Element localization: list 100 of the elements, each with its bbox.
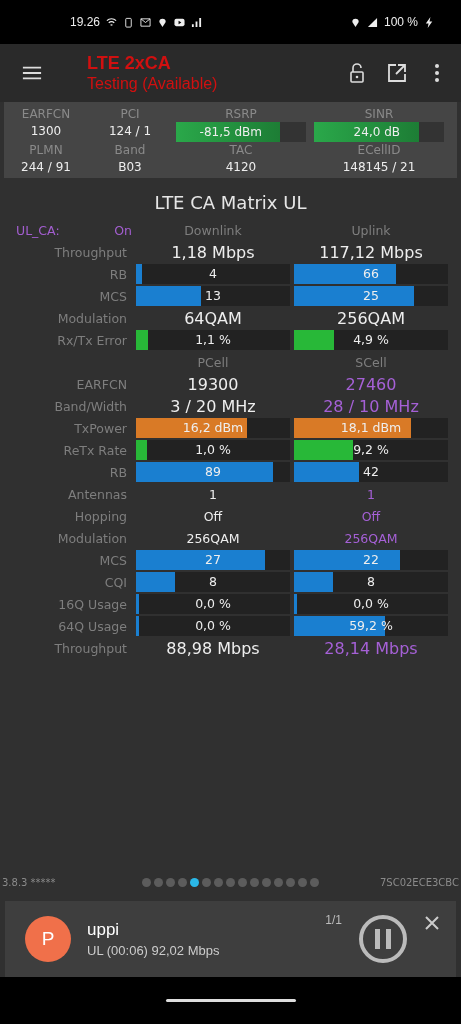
row-label: Band/Width	[53, 398, 128, 414]
field-label: PLMN	[29, 142, 63, 158]
ca-label: UL_CA:	[16, 222, 60, 238]
page-dot[interactable]	[238, 877, 247, 887]
field-value: B03	[118, 159, 142, 176]
page-dot[interactable]	[142, 877, 151, 887]
row-label: EARFCN	[75, 376, 128, 392]
row-label: RB	[108, 266, 128, 282]
value-text: 88,98 Mbps	[165, 638, 261, 658]
cellular-signal-icon	[366, 16, 378, 28]
bar-value: 89	[204, 463, 222, 481]
column-header: PCell	[196, 354, 230, 370]
notification-count: 1/1	[325, 913, 342, 927]
value-text: 27460	[344, 374, 398, 394]
page-dot[interactable]	[214, 877, 223, 887]
page-dot[interactable]	[226, 877, 235, 887]
field-value: 148145 / 21	[342, 159, 416, 176]
row-label: MCS	[98, 552, 128, 568]
page-dot[interactable]	[154, 877, 163, 887]
page-dot[interactable]	[250, 877, 259, 887]
bar-value: 9,2 %	[352, 441, 390, 459]
row-label: 16Q Usage	[57, 596, 128, 612]
notification-text: UL (00:06) 92,02 Mbps	[87, 943, 221, 958]
external-link-icon[interactable]	[387, 63, 407, 83]
bar-value: 1,0 %	[194, 441, 232, 459]
value-text: 64QAM	[183, 308, 243, 328]
value-text: 256QAM	[336, 308, 406, 328]
row-label: Modulation	[56, 530, 128, 546]
bar-value: 13	[204, 287, 222, 305]
row-label: Modulation	[56, 310, 128, 326]
field-value: 4120	[225, 159, 257, 176]
battery-icon	[123, 16, 135, 28]
page-dot[interactable]	[262, 877, 271, 887]
meter-value: 24,0 dB	[352, 124, 401, 141]
bar-value: 4,9 %	[352, 331, 390, 349]
page-dot[interactable]	[190, 877, 199, 887]
page-dot[interactable]	[274, 877, 283, 887]
column-header: Downlink	[183, 222, 243, 238]
meter-value: -81,5 dBm	[198, 124, 263, 141]
value-text: 28 / 10 MHz	[322, 396, 420, 416]
bar-value: 42	[362, 463, 380, 481]
bar-value: 0,0 %	[352, 595, 390, 613]
page-dot[interactable]	[286, 877, 295, 887]
value-text: Off	[360, 508, 382, 524]
value-text: 117,12 Mbps	[318, 242, 424, 262]
avatar: P	[25, 916, 71, 962]
page-dot[interactable]	[166, 877, 175, 887]
row-label: Throughput	[53, 244, 128, 260]
value-text: Off	[202, 508, 224, 524]
pause-button[interactable]	[358, 914, 408, 964]
bar-value: 16,2 dBm	[181, 419, 245, 437]
field-label: RSRP	[225, 106, 257, 122]
value-text: 1,18 Mbps	[170, 242, 256, 262]
close-button[interactable]	[424, 915, 440, 931]
row-label: ReTx Rate	[62, 442, 128, 458]
home-indicator[interactable]	[165, 999, 296, 1002]
video-icon	[174, 16, 186, 28]
bar-value: 8	[366, 573, 376, 591]
field-value: 1300	[30, 123, 62, 140]
bar-value: 4	[208, 265, 218, 283]
location-icon	[157, 16, 169, 28]
field-label: PCI	[120, 106, 140, 122]
row-label: 64Q Usage	[57, 618, 128, 634]
signal-icon	[191, 16, 203, 28]
status-time: 19.26	[70, 15, 101, 29]
app-subtitle: Testing (Available)	[87, 74, 219, 94]
bar-value: 22	[362, 551, 380, 569]
device-code: 7SC02ECE3CBC	[378, 876, 459, 888]
bar-value: 8	[208, 573, 218, 591]
row-label: Rx/Tx Error	[56, 332, 128, 348]
row-label: MCS	[98, 288, 128, 304]
matrix-title: LTE CA Matrix UL	[153, 192, 308, 213]
bar-value: 27	[204, 551, 222, 569]
field-label: TAC	[229, 142, 253, 158]
app-title: LTE 2xCA	[87, 52, 172, 74]
row-label: CQI	[103, 574, 128, 590]
bar-value: 18,1 dBm	[339, 419, 403, 437]
row-label: RB	[108, 464, 128, 480]
version-text: 3.8.3 *****	[2, 876, 57, 888]
page-dot[interactable]	[178, 877, 187, 887]
page-dot[interactable]	[298, 877, 307, 887]
location-icon	[349, 16, 361, 28]
field-label: SINR	[364, 106, 394, 122]
value-text: 1	[366, 486, 376, 502]
value-text: 1	[208, 486, 218, 502]
row-label: Throughput	[53, 640, 128, 656]
page-dot[interactable]	[310, 877, 319, 887]
row-label: Hopping	[73, 508, 128, 524]
field-value: 244 / 91	[21, 159, 71, 176]
field-value: 124 / 1	[108, 123, 152, 140]
bar-value: 25	[362, 287, 380, 305]
page-dot[interactable]	[202, 877, 211, 887]
value-text: 28,14 Mbps	[323, 638, 419, 658]
row-label: Antennas	[66, 486, 128, 502]
padlock-icon[interactable]	[347, 63, 367, 83]
column-header: SCell	[354, 354, 388, 370]
bar-value: 66	[362, 265, 380, 283]
charging-icon	[424, 16, 435, 28]
ca-state: On	[114, 222, 132, 238]
field-label: Band	[114, 142, 146, 158]
